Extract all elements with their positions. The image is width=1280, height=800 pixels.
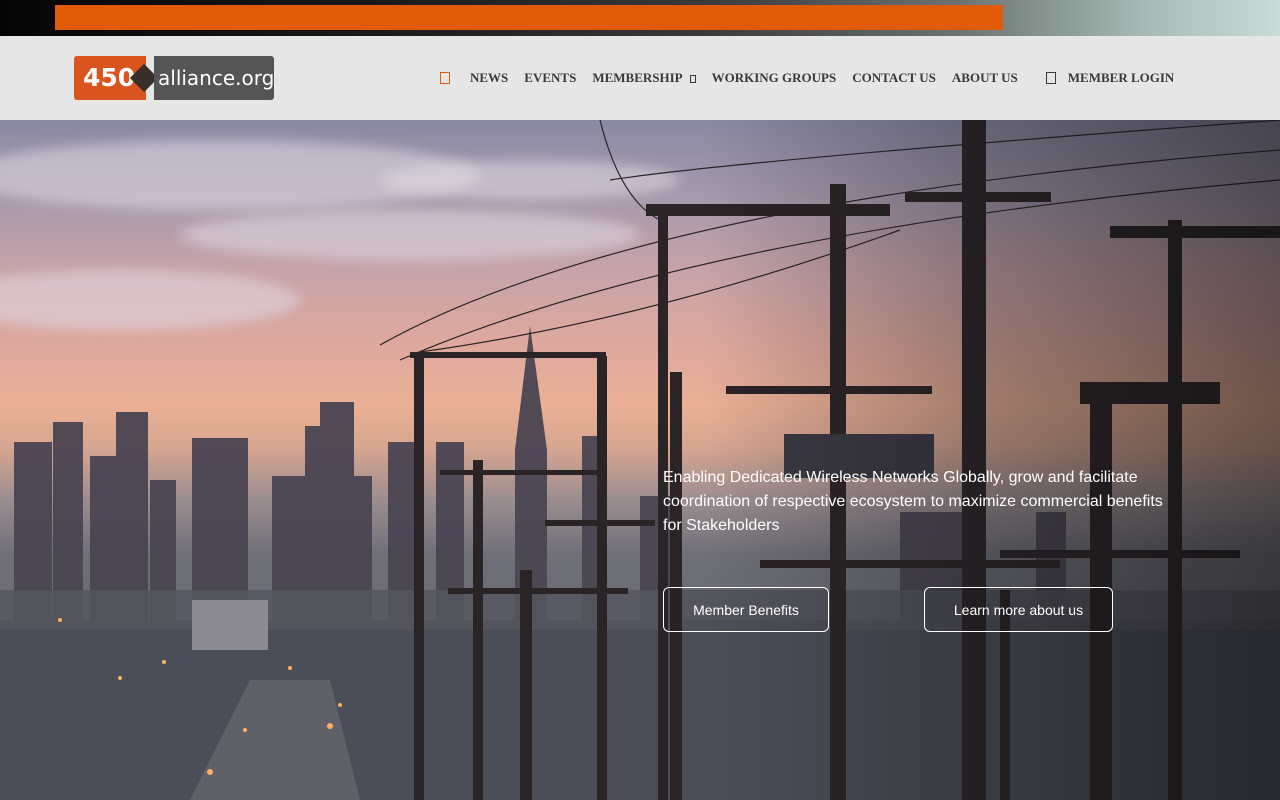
member-benefits-button[interactable]: Member Benefits: [663, 587, 829, 632]
main-nav: NEWS EVENTS MEMBERSHIP WORKING GROUPS CO…: [440, 36, 1190, 120]
nav-item-events[interactable]: EVENTS: [524, 70, 576, 86]
learn-more-button[interactable]: Learn more about us: [924, 587, 1113, 632]
nav-item-membership[interactable]: MEMBERSHIP: [592, 70, 696, 86]
logo-domain: alliance.org: [154, 56, 274, 100]
hero-overlay: [0, 120, 1280, 800]
nav-item-news[interactable]: NEWS: [470, 70, 508, 86]
nav-item-contact-us[interactable]: CONTACT US: [852, 70, 936, 86]
top-strip: [0, 0, 1280, 36]
site-header: 450 alliance.org NEWS EVENTS MEMBERSHIP …: [0, 36, 1280, 120]
announcement-bar: [55, 5, 1003, 30]
site-logo[interactable]: 450 alliance.org: [74, 56, 274, 100]
nav-item-membership-label: MEMBERSHIP: [592, 70, 683, 85]
user-icon[interactable]: [1045, 72, 1056, 84]
hero-banner: Enabling Dedicated Wireless Networks Glo…: [0, 120, 1280, 800]
hero-tagline: Enabling Dedicated Wireless Networks Glo…: [663, 469, 1163, 534]
nav-item-working-groups[interactable]: WORKING GROUPS: [712, 70, 837, 86]
home-icon[interactable]: [440, 72, 450, 84]
member-login-link[interactable]: MEMBER LOGIN: [1068, 70, 1175, 86]
nav-item-about-us[interactable]: ABOUT US: [952, 70, 1018, 86]
chevron-down-icon: [689, 75, 696, 83]
